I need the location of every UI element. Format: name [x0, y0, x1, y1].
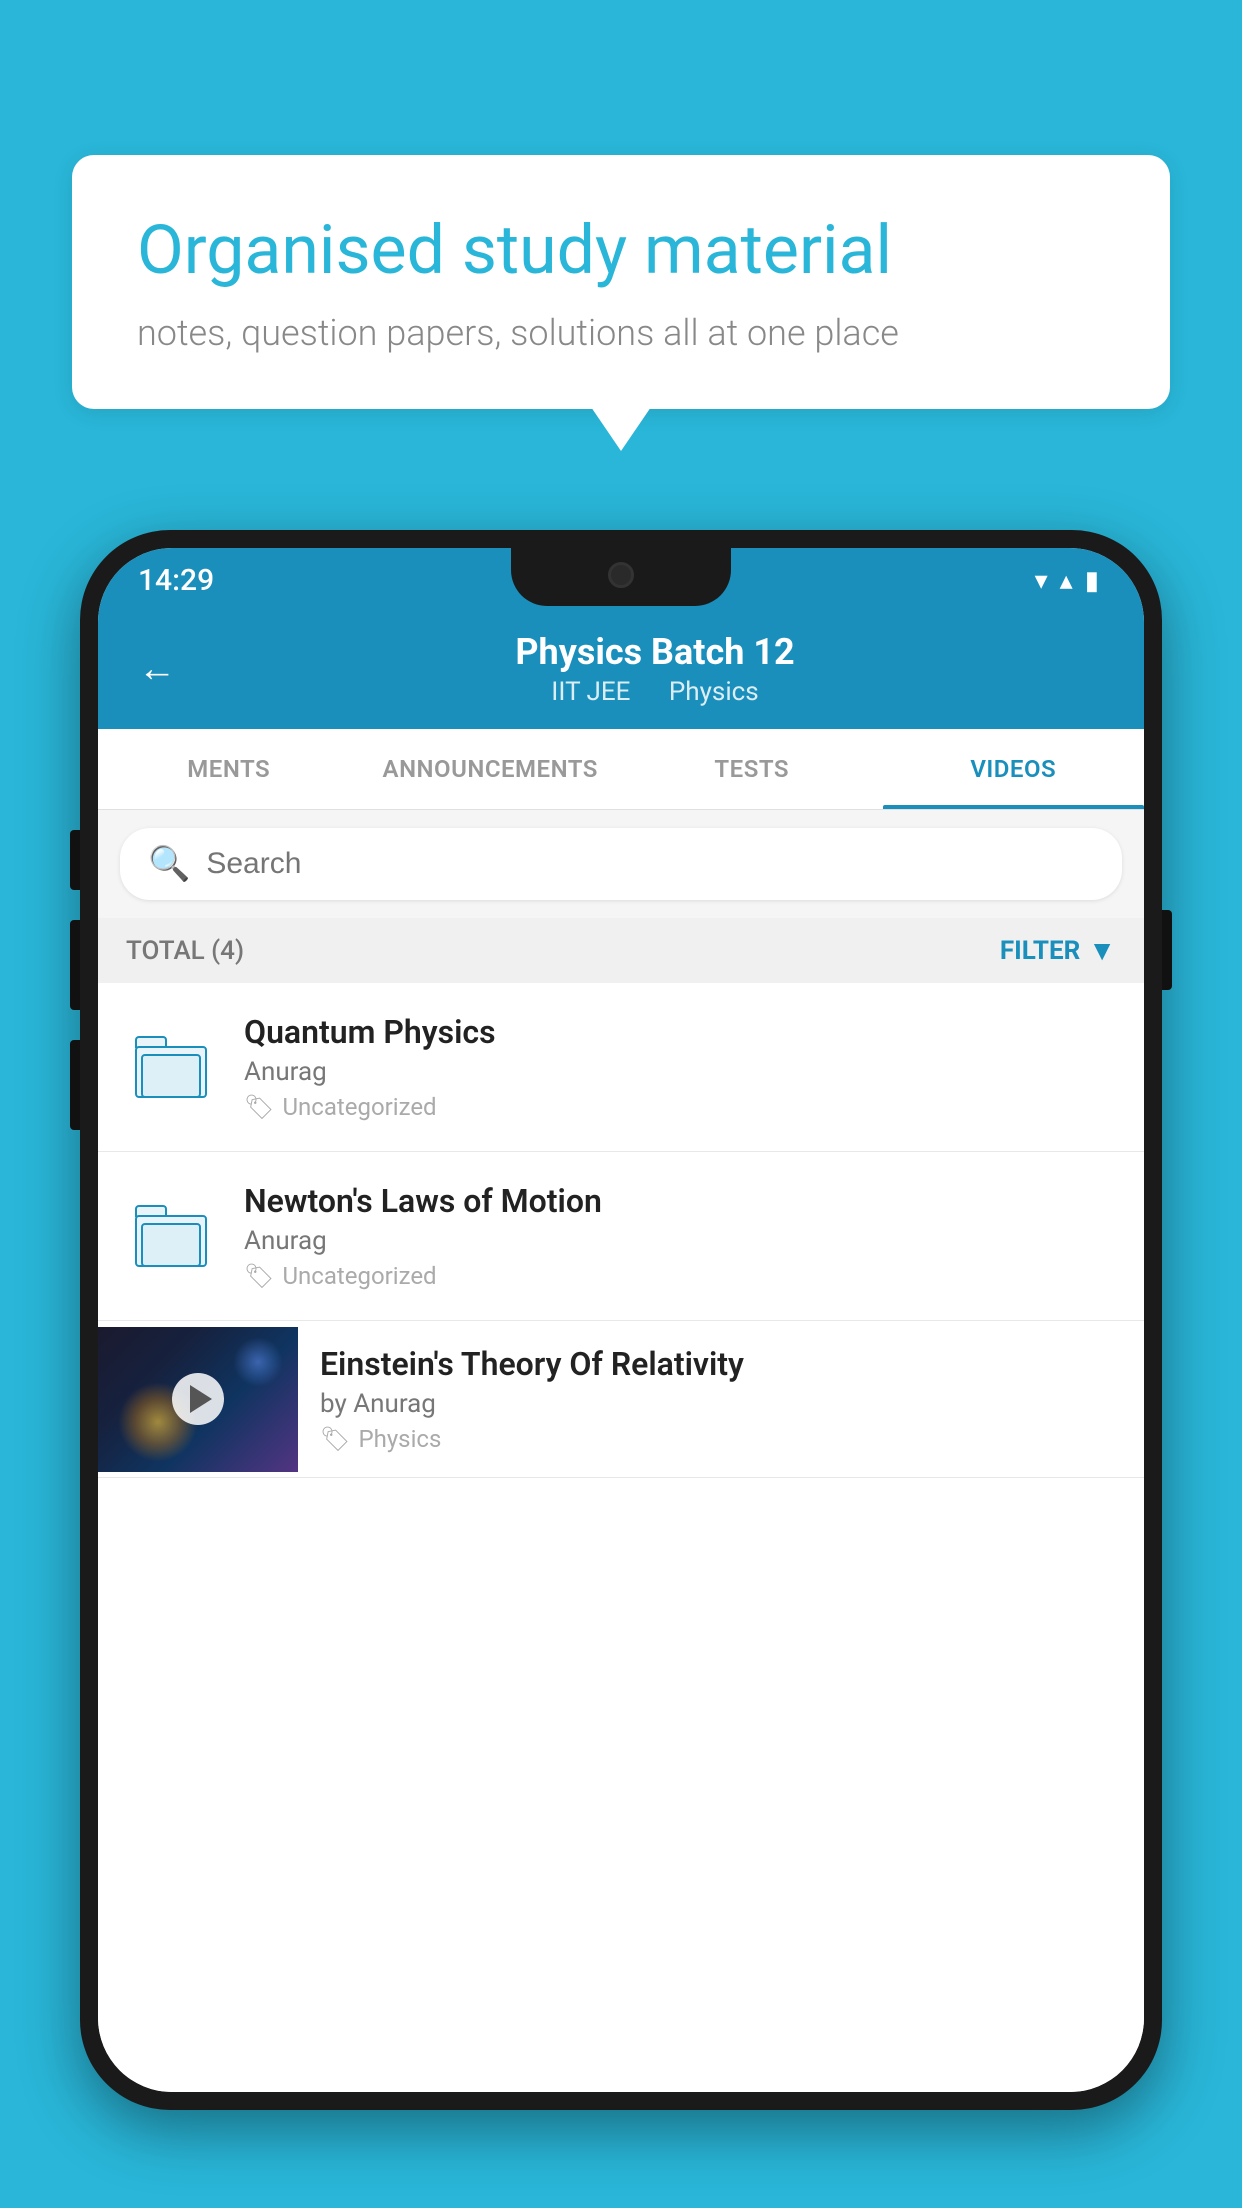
play-triangle-icon — [190, 1385, 212, 1413]
battery-icon: ▮ — [1085, 566, 1099, 596]
item-tag: 🏷 Uncategorized — [244, 1093, 1116, 1121]
search-input[interactable] — [206, 847, 1094, 881]
speech-bubble-title: Organised study material — [137, 210, 1105, 292]
batch-title: Physics Batch 12 — [206, 631, 1104, 673]
video-title: Einstein's Theory Of Relativity — [320, 1345, 1122, 1383]
phone-mockup: 14:29 ▾ ▴ ▮ ← Physics Batch 12 IIT JEE P… — [80, 530, 1162, 2208]
volume-down-button — [70, 1040, 80, 1130]
tag-iit-jee: IIT JEE — [551, 677, 630, 707]
tab-ments[interactable]: MENTS — [98, 729, 360, 809]
speech-bubble-subtitle: notes, question papers, solutions all at… — [137, 312, 1105, 354]
phone-notch — [511, 548, 731, 606]
folder-icon-wrap — [126, 1022, 216, 1112]
item-author: Anurag — [244, 1226, 1116, 1256]
search-icon: 🔍 — [148, 844, 190, 884]
item-title: Newton's Laws of Motion — [244, 1182, 1116, 1220]
status-icons: ▾ ▴ ▮ — [1035, 566, 1099, 596]
wifi-icon: ▾ — [1035, 566, 1048, 596]
item-text: Newton's Laws of Motion Anurag 🏷 Uncateg… — [244, 1182, 1116, 1290]
tag-icon: 🏷 — [244, 1262, 274, 1290]
search-container: 🔍 — [98, 810, 1144, 918]
filter-label: FILTER — [1000, 936, 1080, 966]
search-input-wrap: 🔍 — [120, 828, 1122, 900]
folder-front — [141, 1223, 201, 1267]
folder-icon — [135, 1205, 207, 1267]
filter-button[interactable]: FILTER ▼ — [1000, 934, 1116, 967]
power-button — [1162, 910, 1172, 990]
back-button[interactable]: ← — [138, 647, 176, 691]
video-thumbnail — [98, 1327, 298, 1472]
app-header: ← Physics Batch 12 IIT JEE Physics — [98, 613, 1144, 729]
phone-camera — [608, 562, 634, 588]
mute-button — [70, 830, 80, 890]
tabs-bar: MENTS ANNOUNCEMENTS TESTS VIDEOS — [98, 729, 1144, 810]
volume-up-button — [70, 920, 80, 1010]
total-count-label: TOTAL (4) — [126, 936, 244, 966]
tab-announcements[interactable]: ANNOUNCEMENTS — [360, 729, 622, 809]
item-title: Quantum Physics — [244, 1013, 1116, 1051]
tag-icon: 🏷 — [320, 1425, 350, 1453]
tag-physics: Physics — [669, 677, 759, 707]
item-tag: 🏷 Uncategorized — [244, 1262, 1116, 1290]
item-text: Quantum Physics Anurag 🏷 Uncategorized — [244, 1013, 1116, 1121]
folder-front — [141, 1054, 201, 1098]
filter-icon: ▼ — [1088, 934, 1116, 967]
tag-icon: 🏷 — [244, 1093, 274, 1121]
status-time: 14:29 — [138, 563, 214, 598]
tab-videos[interactable]: VIDEOS — [883, 729, 1145, 809]
content-list: Quantum Physics Anurag 🏷 Uncategorized — [98, 983, 1144, 2092]
video-text: Einstein's Theory Of Relativity by Anura… — [298, 1321, 1144, 1477]
tag-value: Physics — [358, 1425, 441, 1453]
header-title-block: Physics Batch 12 IIT JEE Physics — [206, 631, 1104, 707]
video-author: by Anurag — [320, 1389, 1122, 1419]
video-list-item[interactable]: Einstein's Theory Of Relativity by Anura… — [98, 1321, 1144, 1478]
phone-outer: 14:29 ▾ ▴ ▮ ← Physics Batch 12 IIT JEE P… — [80, 530, 1162, 2110]
filter-row: TOTAL (4) FILTER ▼ — [98, 918, 1144, 983]
folder-icon-wrap — [126, 1191, 216, 1281]
list-item[interactable]: Quantum Physics Anurag 🏷 Uncategorized — [98, 983, 1144, 1152]
tag-value: Uncategorized — [282, 1093, 436, 1121]
phone-screen: 14:29 ▾ ▴ ▮ ← Physics Batch 12 IIT JEE P… — [98, 548, 1144, 2092]
tab-tests[interactable]: TESTS — [621, 729, 883, 809]
play-button[interactable] — [172, 1373, 224, 1425]
video-tag: 🏷 Physics — [320, 1425, 1122, 1453]
item-author: Anurag — [244, 1057, 1116, 1087]
list-item[interactable]: Newton's Laws of Motion Anurag 🏷 Uncateg… — [98, 1152, 1144, 1321]
batch-subtitle: IIT JEE Physics — [206, 677, 1104, 707]
tag-value: Uncategorized — [282, 1262, 436, 1290]
signal-icon: ▴ — [1060, 566, 1073, 596]
speech-bubble-card: Organised study material notes, question… — [72, 155, 1170, 409]
folder-icon — [135, 1036, 207, 1098]
